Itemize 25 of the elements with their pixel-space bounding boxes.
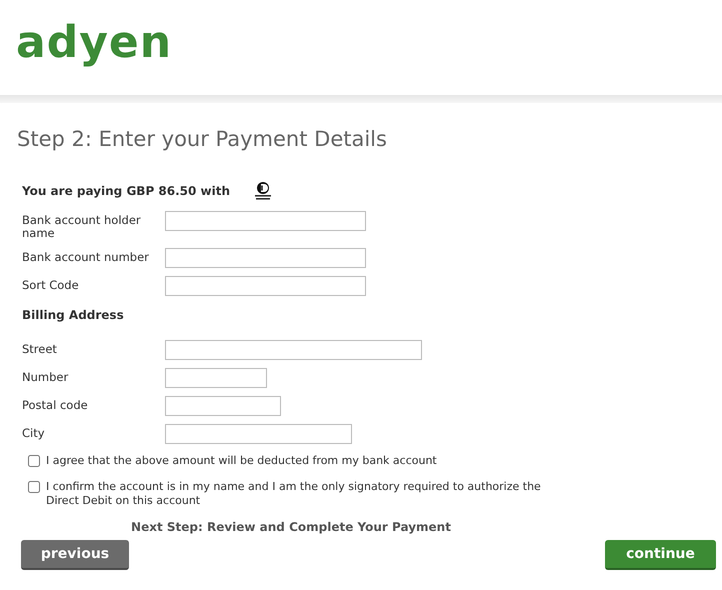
field-label: Street xyxy=(22,341,58,356)
field-label: City xyxy=(22,425,46,440)
next-step-text: Next Step: Review and Complete Your Payment xyxy=(130,520,452,534)
input-field[interactable] xyxy=(165,248,366,268)
input-field[interactable] xyxy=(165,368,267,388)
agreement-text: I confirm the account is in my name and I am the only signatory required to authorize the Direct Debit on this account xyxy=(46,480,542,508)
previous-button[interactable]: previous xyxy=(21,540,129,570)
logo: adyen xyxy=(16,20,172,64)
field-label: Bank account holder name xyxy=(22,212,142,240)
checkbox[interactable] xyxy=(28,455,40,467)
field-label: Number xyxy=(22,369,70,384)
field-label: Sort Code xyxy=(22,277,80,292)
section-heading: Billing Address xyxy=(22,308,125,322)
page-title: Step 2: Enter your Payment Details xyxy=(17,127,388,151)
field-label: Postal code xyxy=(22,397,89,412)
input-field[interactable] xyxy=(165,396,281,416)
input-field[interactable] xyxy=(165,211,366,231)
field-label: Bank account number xyxy=(22,249,150,264)
agreement-text: I agree that the above amount will be deducted from my bank account xyxy=(46,454,437,468)
input-field[interactable] xyxy=(165,340,422,360)
continue-button[interactable]: continue xyxy=(605,540,716,570)
input-field[interactable] xyxy=(165,424,352,444)
checkbox[interactable] xyxy=(28,481,40,493)
input-field[interactable] xyxy=(165,276,366,296)
payment-summary: You are paying GBP 86.50 with xyxy=(22,184,230,198)
